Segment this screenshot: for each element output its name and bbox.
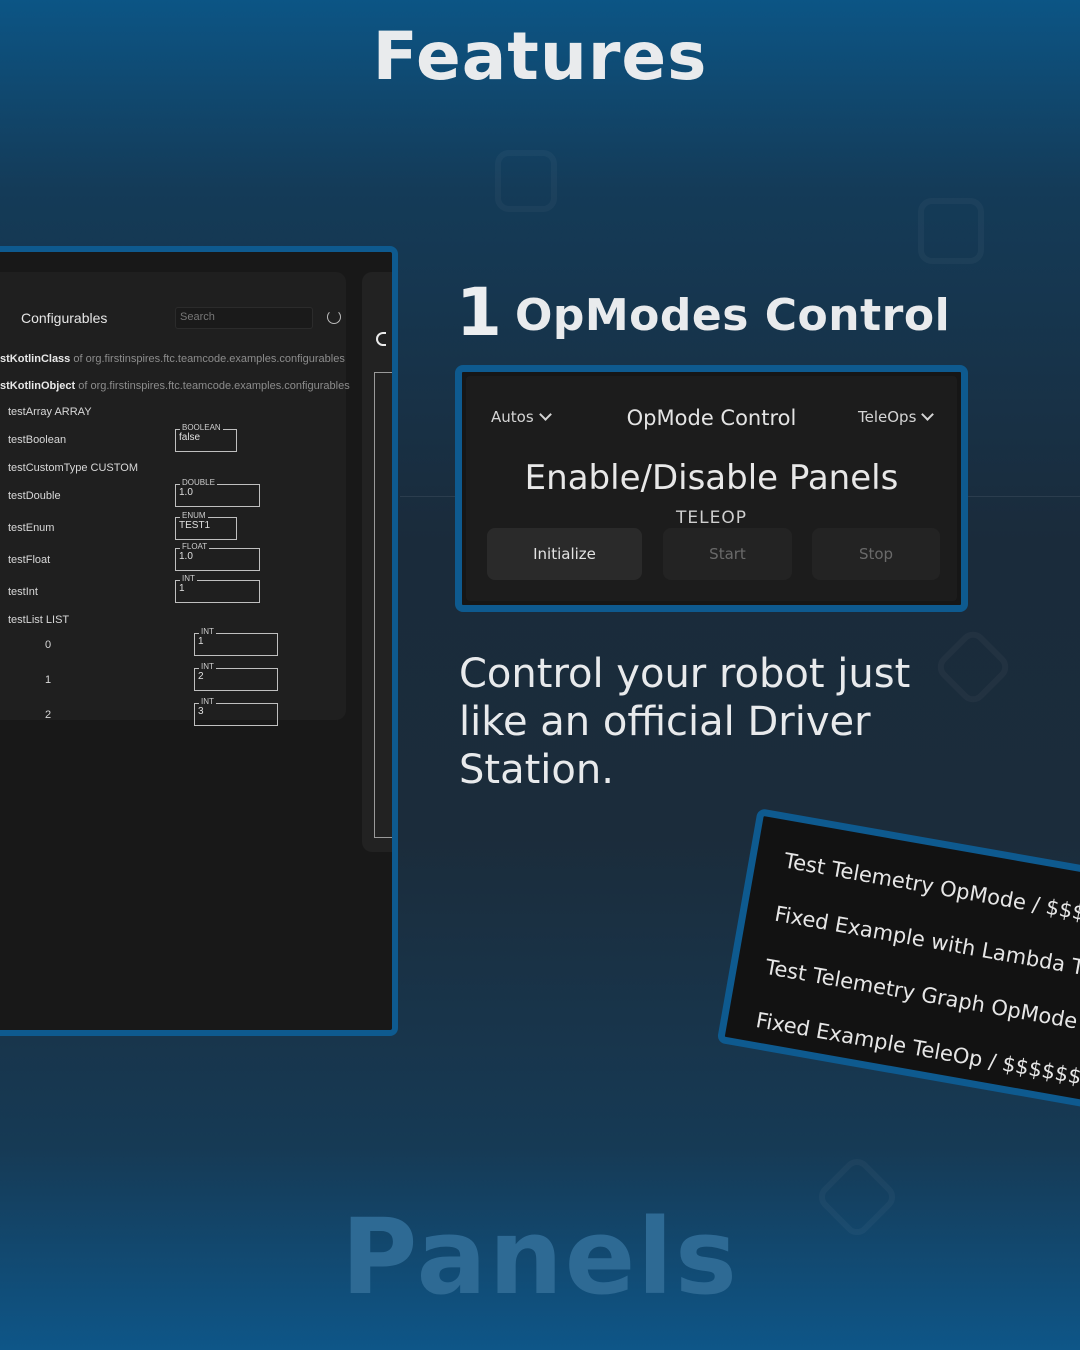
stop-button[interactable]: Stop: [812, 528, 940, 580]
enum-field[interactable]: ENUM TEST1: [175, 511, 237, 540]
initialize-button[interactable]: Initialize: [487, 528, 642, 580]
class-row[interactable]: stKotlinObject of org.firstinspires.ftc.…: [0, 380, 350, 392]
panels-heading: Panels: [341, 1196, 739, 1318]
section-title: OpModes Control: [515, 290, 951, 341]
config-row-custom[interactable]: testCustomType CUSTOM: [8, 462, 138, 474]
config-row-int: testInt: [8, 586, 38, 598]
toggle-icon[interactable]: [376, 332, 386, 346]
list-index: 2: [45, 709, 52, 721]
config-row-double: testDouble: [8, 490, 61, 502]
configurables-title: Configurables: [21, 310, 108, 326]
teleops-dropdown[interactable]: TeleOps: [858, 408, 935, 426]
background-decoration: [918, 198, 984, 264]
class-row[interactable]: stKotlinClass of org.firstinspires.ftc.t…: [0, 353, 345, 365]
list-index: 0: [45, 639, 52, 651]
list-index: 1: [45, 674, 52, 686]
double-field[interactable]: DOUBLE 1.0: [175, 478, 260, 507]
configurables-card: Configurables Search stKotlinClass of or…: [0, 272, 350, 726]
config-row-boolean: testBoolean: [8, 434, 67, 446]
config-row-array[interactable]: testArray ARRAY: [8, 406, 92, 418]
selected-opmode: Enable/Disable Panels: [524, 458, 899, 498]
opmode-control-panel: Autos OpMode Control TeleOps Enable/Disa…: [455, 365, 968, 612]
boolean-field[interactable]: BOOLEAN false: [175, 423, 237, 452]
config-row-float: testFloat: [8, 554, 51, 566]
background-decoration: [495, 150, 557, 212]
search-input[interactable]: Search: [175, 307, 313, 329]
features-heading: Features: [372, 18, 708, 95]
reset-icon[interactable]: [327, 310, 341, 324]
configurables-panel: Configurables Search stKotlinClass of or…: [0, 246, 398, 1036]
section-number: 1: [456, 274, 502, 351]
list-item-field[interactable]: INT 2: [194, 662, 278, 691]
list-item-field[interactable]: INT 3: [194, 697, 278, 726]
float-field[interactable]: FLOAT 1.0: [175, 542, 260, 571]
config-row-list[interactable]: testList LIST: [8, 614, 69, 626]
chevron-down-icon: [921, 408, 935, 421]
opmode-list-panel: Test Telemetry OpMode / $$$$ Fixed Examp…: [716, 808, 1080, 1123]
opmode-type: TELEOP: [676, 508, 747, 528]
config-row-enum: testEnum: [8, 522, 55, 534]
start-button[interactable]: Start: [663, 528, 792, 580]
int-field[interactable]: INT 1: [175, 574, 260, 603]
list-item-field[interactable]: INT 1: [194, 627, 278, 656]
opmode-control-card: Autos OpMode Control TeleOps Enable/Disa…: [466, 376, 957, 601]
feature-description: Control your robot just like an official…: [459, 651, 911, 793]
side-panel-box: [374, 372, 392, 838]
